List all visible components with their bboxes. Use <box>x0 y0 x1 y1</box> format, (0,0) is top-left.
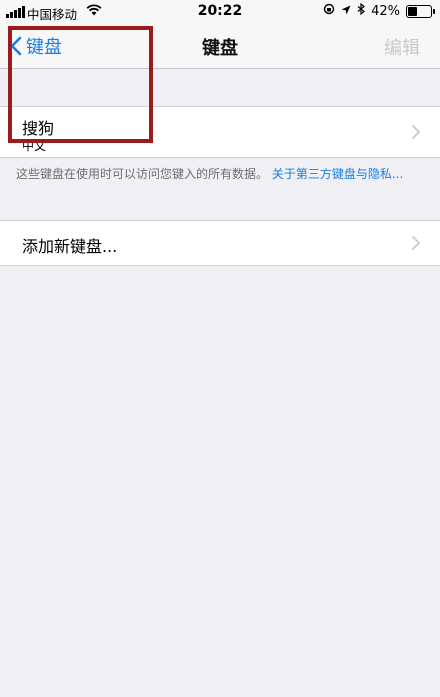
bluetooth-icon <box>357 2 366 19</box>
navigation-bar: 键盘 键盘 编辑 <box>0 24 440 69</box>
keyboard-name: 搜狗 <box>22 119 55 138</box>
privacy-note-text: 这些键盘在使用时可以访问您键入的所有数据。 <box>16 167 269 181</box>
privacy-note: 这些键盘在使用时可以访问您键入的所有数据。 关于第三方键盘与隐私... <box>16 166 411 182</box>
status-bar: 中国移动 20:22 42% <box>0 0 440 24</box>
page-title: 键盘 <box>202 38 238 59</box>
battery-icon <box>406 4 435 18</box>
keyboard-item-sogou[interactable]: 搜狗 中文 <box>0 106 440 158</box>
battery-percent: 42% <box>371 3 400 19</box>
chevron-right-icon <box>412 125 420 139</box>
orientation-lock-icon <box>323 3 335 19</box>
keyboard-language: 中文 <box>22 139 47 153</box>
edit-button[interactable]: 编辑 <box>384 34 420 60</box>
add-keyboard-item[interactable]: 添加新键盘... <box>0 220 440 266</box>
privacy-link[interactable]: 关于第三方键盘与隐私... <box>272 167 403 181</box>
chevron-right-icon <box>412 236 420 250</box>
add-keyboard-label: 添加新键盘... <box>22 237 118 256</box>
location-icon <box>341 4 351 19</box>
